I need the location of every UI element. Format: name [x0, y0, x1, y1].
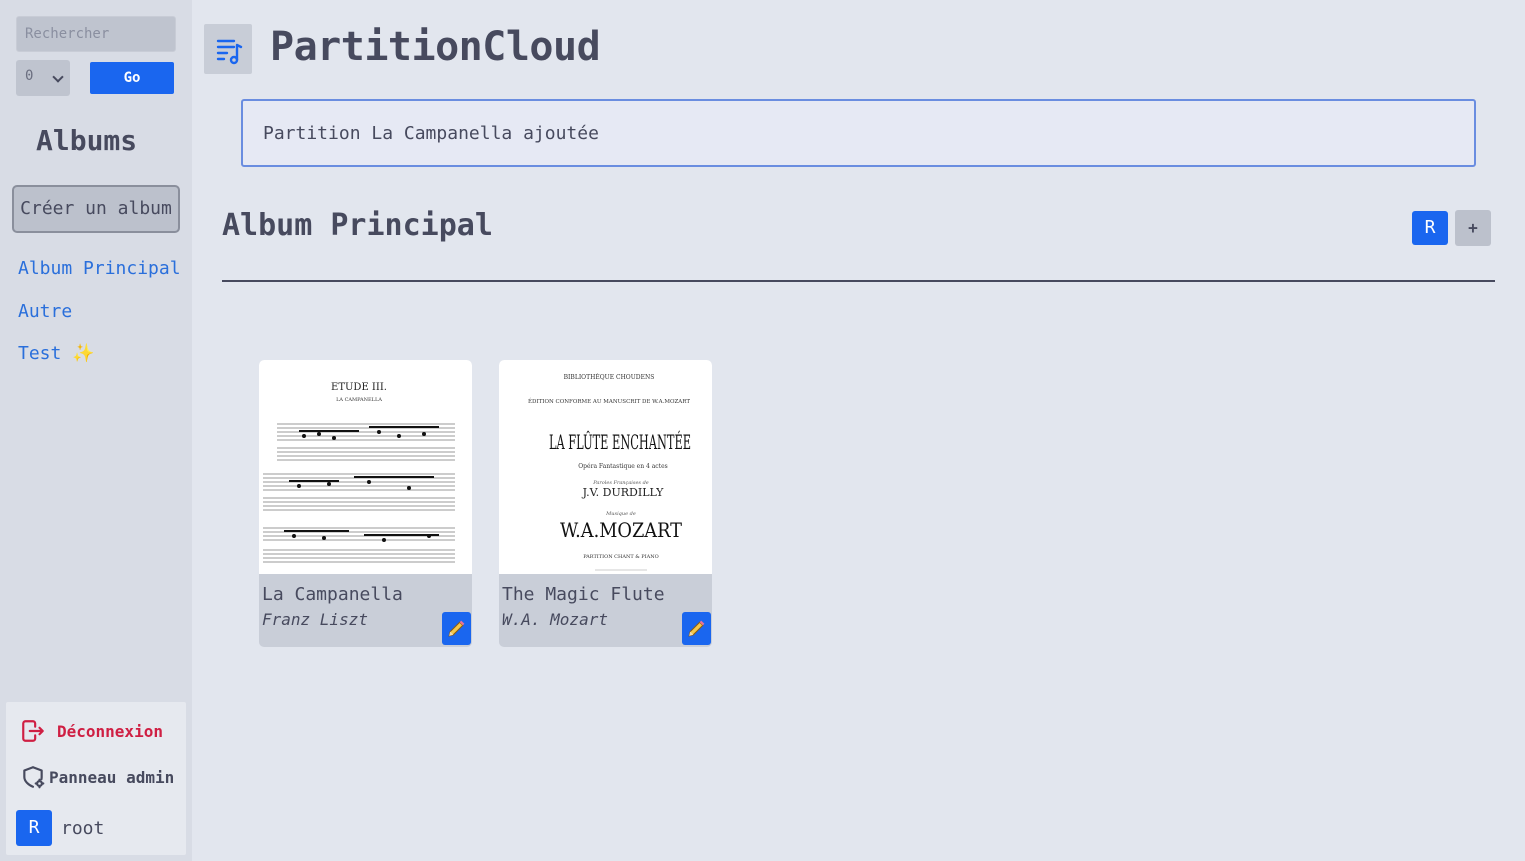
- admin-panel-button[interactable]: Panneau admin: [20, 764, 174, 790]
- user-panel: Déconnexion Panneau admin R root: [6, 702, 186, 855]
- sidebar-album-principal[interactable]: Album Principal: [18, 258, 181, 279]
- score-title: La Campanella: [262, 584, 403, 605]
- album-title: Album Principal: [222, 208, 493, 243]
- avatar: R: [16, 810, 52, 846]
- app-title: PartitionCloud: [270, 24, 601, 70]
- cover-text: ETUDE III.: [331, 382, 387, 393]
- sheet-music-cover-image: BIBLIOTHÈQUE CHOUDENS ÉDITION CONFORME A…: [528, 373, 691, 571]
- go-button[interactable]: Go: [90, 62, 174, 94]
- depth-select[interactable]: 0: [16, 60, 70, 96]
- score-thumbnail[interactable]: BIBLIOTHÈQUE CHOUDENS ÉDITION CONFORME A…: [499, 360, 712, 574]
- music-list-icon: [216, 39, 243, 65]
- logout-label: Déconnexion: [57, 722, 163, 741]
- cover-text: LA CAMPANELLA: [336, 397, 382, 403]
- cover-text: J.V. DURDILLY: [582, 486, 665, 499]
- chevron-down-icon: [52, 71, 64, 83]
- add-score-button[interactable]: +: [1455, 210, 1491, 246]
- shield-gear-icon: [23, 766, 45, 789]
- sidebar-album-autre[interactable]: Autre: [18, 301, 72, 322]
- create-album-button[interactable]: Créer un album: [12, 185, 180, 233]
- score-card[interactable]: BIBLIOTHÈQUE CHOUDENS ÉDITION CONFORME A…: [499, 360, 712, 647]
- admin-panel-label: Panneau admin: [49, 768, 175, 787]
- edit-button[interactable]: [442, 612, 471, 645]
- score-author: Franz Liszt: [262, 610, 368, 629]
- username: root: [61, 818, 105, 839]
- depth-select-value: 0: [25, 68, 34, 84]
- score-thumbnail[interactable]: ETUDE III. LA CAMPANELLA: [259, 360, 472, 574]
- divider: [222, 280, 1495, 282]
- cover-text: W.A.MOZART: [560, 518, 683, 542]
- score-card[interactable]: ETUDE III. LA CAMPANELLA La Campanella F…: [259, 360, 472, 647]
- album-r-button[interactable]: R: [1412, 211, 1448, 245]
- sidebar: 0 Go Albums Créer un album Album Princip…: [0, 0, 192, 861]
- notification-banner: Partition La Campanella ajoutée: [241, 99, 1476, 167]
- app-logo[interactable]: [204, 24, 252, 74]
- score-author: W.A. Mozart: [502, 610, 608, 629]
- cover-text: LA FLÛTE ENCHANTÉE: [549, 429, 691, 454]
- albums-title: Albums: [36, 124, 138, 157]
- cover-text: PARTITION CHANT & PIANO: [583, 554, 658, 560]
- pencil-icon: [688, 620, 705, 637]
- cover-text: Opéra Fantastique en 4 actes: [578, 463, 667, 470]
- logout-icon: [22, 720, 44, 742]
- cover-text: Musique de: [605, 511, 636, 517]
- logout-button[interactable]: Déconnexion: [20, 718, 163, 744]
- cover-text: ÉDITION CONFORME AU MANUSCRIT DE W.A.MOZ…: [528, 397, 690, 405]
- score-title: The Magic Flute: [502, 584, 665, 605]
- search-input[interactable]: [16, 16, 176, 52]
- edit-button[interactable]: [682, 612, 711, 645]
- sheet-music-image: ETUDE III. LA CAMPANELLA: [263, 382, 455, 563]
- cover-text: BIBLIOTHÈQUE CHOUDENS: [564, 373, 655, 381]
- pencil-icon: [448, 620, 465, 637]
- sidebar-album-test[interactable]: Test ✨: [18, 343, 95, 364]
